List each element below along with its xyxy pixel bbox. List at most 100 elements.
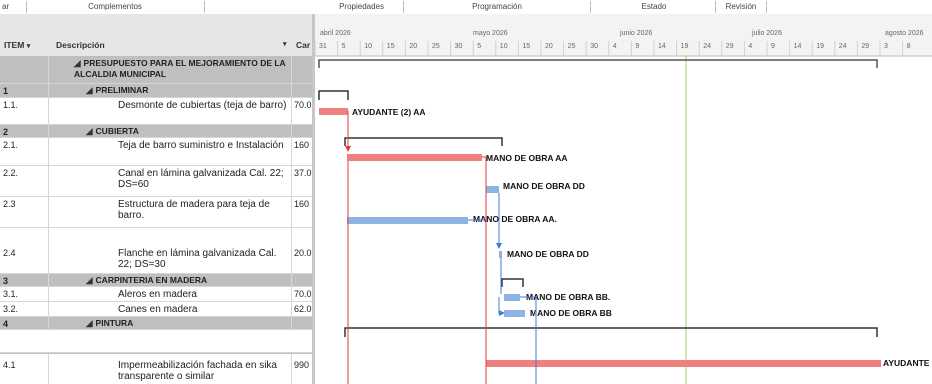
gantt-canvas: abril 2026 mayo 2026 junio 2026 julio 20…	[315, 14, 932, 384]
table-row[interactable]: 4.1 Impermeabilización fachada en sika t…	[0, 353, 312, 384]
collapse-toggle-icon[interactable]: ◢	[74, 58, 81, 69]
column-header-cost[interactable]: Car	[296, 14, 312, 56]
summary-bar-project[interactable]	[318, 59, 878, 68]
row-cost	[293, 56, 312, 83]
day-label: 30	[590, 43, 598, 50]
row-cost: 70.0	[294, 100, 312, 110]
day-label: 19	[816, 43, 824, 50]
task-bar-3-2[interactable]	[504, 310, 525, 317]
row-description: ◢ PRESUPUESTO PARA EL MEJORAMIENTO DE LA …	[50, 56, 292, 83]
filter-dropdown-icon[interactable]: ▾	[283, 14, 291, 56]
row-cost: 160	[294, 140, 310, 150]
day-label: 24	[839, 43, 847, 50]
table-row[interactable]: 3.2. Canes en madera 62.0	[0, 302, 312, 317]
summary-bar-preliminar[interactable]	[318, 90, 349, 100]
table-row[interactable]: 4 ◢ PINTURA	[0, 317, 312, 330]
day-label: 10	[500, 43, 508, 50]
month-label: agosto 2026	[885, 30, 924, 37]
table-header: ITEM ▾ Descripción ▾ Car	[0, 14, 312, 57]
month-label: junio 2026	[619, 30, 652, 37]
row-item-id: 3	[0, 274, 49, 286]
day-label: 14	[658, 43, 666, 50]
row-cost: 70.0	[294, 289, 312, 299]
row-description: ◢ CUBIERTA	[50, 125, 292, 137]
task-bar-2-3[interactable]	[347, 217, 468, 224]
collapse-toggle-icon[interactable]: ◢	[86, 126, 93, 137]
ribbon-separator	[590, 1, 591, 13]
ribbon-group-ar[interactable]: ar	[0, 0, 24, 14]
row-description: ◢ PINTURA	[50, 317, 292, 329]
row-description-text: Desmonte de cubiertas (teja de barro)	[50, 98, 292, 124]
table-row[interactable]: 3.1. Aleros en madera 70.0	[0, 287, 312, 302]
day-label: 9	[771, 43, 775, 50]
ribbon-group-propiedades[interactable]: Propiedades	[208, 0, 398, 14]
gantt-chart: abril 2026 mayo 2026 junio 2026 julio 20…	[315, 14, 932, 384]
row-item-id: 2.2.	[0, 166, 49, 196]
resource-label: MANO DE OBRA DD	[503, 181, 585, 191]
row-description-text: Impermeabilización fachada en sika trans…	[50, 354, 292, 384]
day-label: 30	[455, 43, 463, 50]
resource-label: AYUDANTE	[883, 358, 930, 368]
row-description-text: Flanche en lámina galvanizada Cal. 22; D…	[50, 228, 292, 273]
task-bar-1-1[interactable]	[319, 108, 348, 115]
table-row[interactable]: 2.2. Canal en lámina galvanizada Cal. 22…	[0, 166, 312, 197]
row-description-text: CARPINTERIA EN MADERA	[95, 275, 208, 285]
dependency-links	[345, 111, 537, 384]
row-cost	[293, 274, 312, 286]
day-label: 29	[726, 43, 734, 50]
summary-bar-carpinteria[interactable]	[501, 278, 524, 287]
task-bar-2-4[interactable]	[499, 251, 502, 258]
ribbon-group-revision[interactable]: Revisión	[716, 0, 766, 14]
row-description-text: PRELIMINAR	[95, 85, 149, 95]
day-label: 20	[409, 43, 417, 50]
row-item-id	[0, 56, 49, 83]
column-header-item[interactable]: ITEM ▾	[4, 14, 49, 56]
ribbon-group-programacion[interactable]: Programación	[408, 0, 586, 14]
filter-dropdown-icon[interactable]: ▾	[27, 43, 31, 50]
row-item-id: 3.1.	[0, 287, 49, 301]
resource-label: AYUDANTE (2) AA	[352, 107, 426, 117]
collapse-toggle-icon[interactable]: ◢	[86, 318, 93, 329]
ribbon-group-complementos[interactable]: Complementos	[30, 0, 200, 14]
table-row[interactable]: ◢ PRESUPUESTO PARA EL MEJORAMIENTO DE LA …	[0, 56, 312, 84]
row-description-text: Teja de barro suministro e Instalación	[50, 138, 292, 165]
task-bar-3-1[interactable]	[504, 294, 520, 301]
table-row[interactable]: 2.3 Estructura de madera para teja de ba…	[0, 197, 312, 228]
day-label: 31	[319, 43, 327, 50]
summary-bar-pintura[interactable]	[344, 327, 878, 337]
task-bar-2-2[interactable]	[486, 186, 499, 193]
ribbon-separator	[204, 1, 205, 13]
task-bar-4-1[interactable]	[486, 360, 881, 367]
ribbon-separator	[766, 1, 767, 13]
row-description-text: Canes en madera	[50, 302, 292, 316]
row-description: ◢ PRELIMINAR	[50, 84, 292, 97]
ribbon-group-estado[interactable]: Estado	[594, 0, 714, 14]
table-row[interactable]: 2 ◢ CUBIERTA	[0, 125, 312, 138]
table-row[interactable]: 1 ◢ PRELIMINAR	[0, 84, 312, 98]
table-row[interactable]: 3 ◢ CARPINTERIA EN MADERA	[0, 274, 312, 287]
row-item-id: 2.3	[0, 197, 49, 227]
table-row[interactable]: 1.1. Desmonte de cubiertas (teja de barr…	[0, 98, 312, 125]
table-row[interactable]: 2.4 Flanche en lámina galvanizada Cal. 2…	[0, 228, 312, 274]
column-header-description-label: Descripción	[56, 40, 105, 50]
ribbon-separator	[403, 1, 404, 13]
resource-label: MANO DE OBRA DD	[507, 249, 589, 259]
table-row[interactable]: 2.1. Teja de barro suministro e Instalac…	[0, 138, 312, 166]
row-item-id: 3.2.	[0, 302, 49, 316]
resource-label: MANO DE OBRA AA	[486, 153, 568, 163]
day-label: 5	[342, 43, 346, 50]
day-label: 10	[364, 43, 372, 50]
summary-bar-cubierta[interactable]	[344, 137, 503, 146]
collapse-toggle-icon[interactable]: ◢	[86, 85, 93, 96]
day-label: 4	[613, 43, 617, 50]
collapse-toggle-icon[interactable]: ◢	[86, 275, 93, 286]
row-cost	[293, 125, 312, 137]
month-label: julio 2026	[751, 30, 782, 37]
row-item-id: 2	[0, 125, 49, 137]
row-cost	[293, 317, 312, 329]
resource-label: MANO DE OBRA BB.	[526, 292, 610, 302]
day-label: 15	[387, 43, 395, 50]
day-label: 15	[522, 43, 530, 50]
column-header-description[interactable]: Descripción	[56, 14, 281, 56]
task-bar-2-1[interactable]	[347, 154, 482, 161]
